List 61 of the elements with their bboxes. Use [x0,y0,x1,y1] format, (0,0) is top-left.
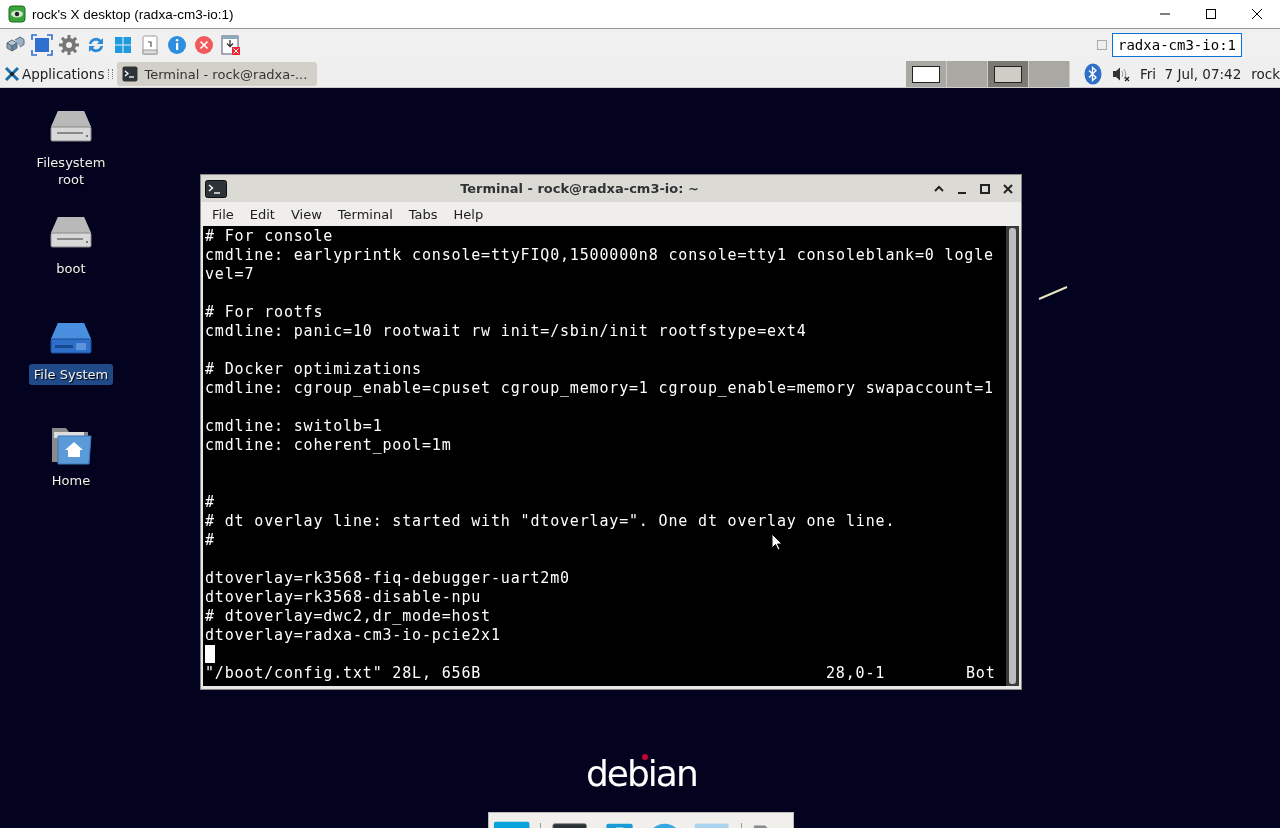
debian-logo: debian [586,752,697,796]
menu-item[interactable]: Edit [241,206,283,222]
windows-logo-icon[interactable] [112,34,134,56]
desktop-icon-label[interactable]: Filesystem root [21,152,121,190]
terminal-line: cmdline: earlyprintk console=ttyFIQ0,1500000n8 console=tty1 consoleblank=0 logle [205,246,994,265]
x-logo-icon[interactable] [4,66,20,82]
terminal-line: # [205,531,215,550]
taskbar-button[interactable]: Terminal - rock@radxa-... [117,62,318,86]
close-circle-icon[interactable] [193,34,215,56]
terminal-line: vel=7 [205,265,255,284]
scroll-position: Bot [966,664,997,683]
menu-item[interactable]: Terminal [329,206,401,222]
cursor-position: 28,0-1 [826,664,887,683]
speaker-muted-icon[interactable] [1111,66,1130,82]
terminal-line: dtoverlay=radxa-cm3-io-pcie2x1 [205,626,501,645]
home-folder-icon[interactable] [49,426,93,466]
checkbox-icon[interactable] [1097,40,1107,50]
terminal-line: cmdline: panic=10 rootwait rw init=/sbin/init rootfstype=ext4 [205,322,807,341]
mouse-pointer-icon [771,533,783,551]
maximize-icon[interactable] [978,181,992,196]
menu-item[interactable]: File [204,206,242,222]
terminal-line: dtoverlay=rk3568-disable-npu [205,588,482,607]
info-icon[interactable] [166,34,188,56]
fullscreen-icon[interactable] [31,34,53,56]
terminal-line: cmdline: switolb=1 [205,417,383,436]
window-download-icon[interactable] [220,34,242,56]
terminal-icon [122,66,139,82]
bluetooth-icon[interactable] [1083,63,1102,85]
terminal-line: # [205,493,215,512]
terminal-line: # Docker optimizations [205,360,422,379]
menu-item[interactable]: Help [445,206,492,222]
terminal-line: # dtoverlay=dwc2,dr_mode=host [205,607,491,626]
close-icon[interactable] [1251,8,1263,20]
workspace-button[interactable] [905,61,947,87]
text-cursor [205,645,215,663]
desktop-icon-label[interactable]: File System [28,364,114,385]
terminal-line: # For rootfs [205,303,324,322]
terminal-line: cmdline: coherent_pool=1m [205,436,452,455]
close-icon[interactable] [1001,181,1015,196]
eye-app-icon [8,5,26,23]
window-title: rock's X desktop (radxa-cm3-io:1) [32,6,235,22]
terminal-line: # For console [205,227,334,246]
desktop-icon-label[interactable]: boot [51,258,91,279]
workspace-button[interactable] [987,61,1029,87]
terminal-line: # dt overlay line: started with "dtoverlay=". One dt overlay one line. [205,512,896,531]
key-icon[interactable] [139,34,161,56]
host-field[interactable]: radxa-cm3-io:1 [1112,33,1242,57]
file-status: "/boot/config.txt" 28L, 656B [205,664,482,682]
line-drawing [1038,285,1068,301]
menu-item[interactable]: View [282,206,330,222]
user-name[interactable]: rock [1251,66,1280,82]
terminal-line: dtoverlay=rk3568-fiq-debugger-uart2m0 [205,569,570,588]
menu-item[interactable]: Tabs [400,206,446,222]
window-title: Terminal - rock@radxa-cm3-io: ~ [459,181,700,196]
applications-menu[interactable]: Applications [22,66,105,82]
maximize-icon[interactable] [1205,8,1217,20]
terminal-icon [205,179,227,198]
scrollbar-thumb[interactable] [1009,228,1016,684]
terminal-line: cmdline: cgroup_enable=cpuset cgroup_memory=1 cgroup_enable=memory swapaccount=1 [205,379,994,398]
clock[interactable]: Fri 7 Jul, 07:42 [1139,66,1242,82]
desktop-icon-label[interactable]: Home [46,470,96,491]
